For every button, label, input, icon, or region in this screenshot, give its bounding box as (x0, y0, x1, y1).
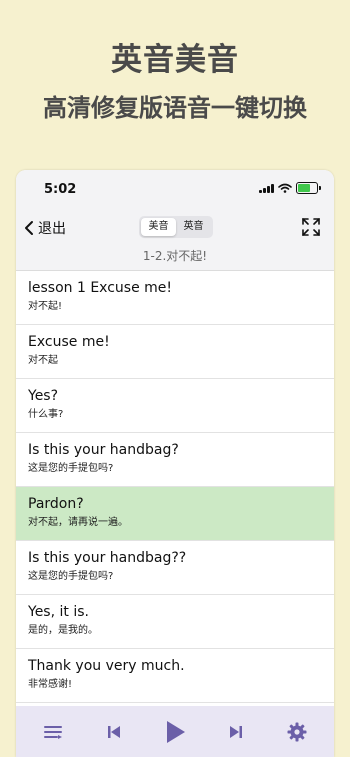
battery-icon (296, 182, 321, 194)
battery-level (298, 184, 310, 192)
play-icon (166, 720, 185, 743)
sentence-chinese: 对不起，请再说一遍。 (28, 517, 128, 528)
sentence-chinese: 是的，是我的。 (28, 625, 98, 636)
sentence-english: Excuse me! (28, 334, 110, 350)
segment-american[interactable]: 美音 (141, 218, 176, 236)
status-icons (259, 182, 321, 194)
accent-switch: 美音 英音 (139, 216, 213, 238)
list-icon (43, 725, 62, 739)
sentence-english: Is this your handbag? (28, 442, 179, 458)
sentence-row[interactable]: Is this your handbag? 这是您的手提包吗? (16, 433, 334, 487)
next-button[interactable] (221, 717, 251, 747)
banner-headline: 英音美音 (111, 42, 239, 78)
settings-button[interactable] (282, 717, 312, 747)
sentence-row[interactable]: Pardon? 对不起，请再说一遍。 (16, 487, 334, 541)
sentence-row[interactable]: Excuse me! 对不起 (16, 325, 334, 379)
sentence-english: Yes, it is. (28, 604, 89, 620)
wifi-icon (278, 183, 292, 193)
sentence-chinese: 对不起 (28, 355, 58, 366)
sentence-chinese: 这是您的手提包吗? (28, 463, 114, 474)
sentence-row[interactable]: lesson 1 Excuse me! 对不起! (16, 271, 334, 325)
sentence-chinese: 这是您的手提包吗? (28, 571, 114, 582)
sentence-english: Pardon? (28, 496, 84, 512)
settings-icon (287, 722, 307, 741)
fullscreen-icon[interactable] (300, 216, 322, 238)
play-button[interactable] (160, 717, 190, 747)
sentence-row[interactable]: Is this your handbag?? 这是您的手提包吗? (16, 541, 334, 595)
lesson-subtitle: 1-2.对不起! (142, 249, 208, 263)
player-toolbar (16, 706, 334, 757)
sentence-chinese: 对不起! (28, 301, 63, 312)
sentence-english: lesson 1 Excuse me! (28, 280, 173, 296)
sentence-row[interactable]: Yes, it is. 是的，是我的。 (16, 595, 334, 649)
phone-screen: 5:02 退出 美音 英音 1-2.对不起! lesson 1 Excuse m… (16, 170, 334, 757)
chevron-left-icon (25, 221, 33, 235)
banner-subline: 高清修复版语音一键切换 (43, 94, 307, 122)
nav-bar: 退出 美音 英音 1-2.对不起! (16, 208, 334, 271)
next-icon (230, 725, 243, 738)
back-label: 退出 (38, 221, 66, 237)
sentence-row[interactable]: Thank you very much. 非常感谢! (16, 649, 334, 703)
previous-button[interactable] (99, 717, 129, 747)
sentence-list: lesson 1 Excuse me! 对不起! Excuse me! 对不起 Yes?… (16, 271, 334, 703)
playlist-button[interactable] (38, 717, 68, 747)
status-time: 5:02 (44, 182, 77, 197)
sentence-row[interactable]: Yes? 什么事? (16, 379, 334, 433)
signal-icon (259, 183, 274, 193)
back-button[interactable]: 退出 (24, 218, 66, 238)
status-bar: 5:02 (16, 170, 334, 208)
sentence-english: Yes? (28, 388, 59, 404)
previous-icon (107, 725, 120, 738)
sentence-english: Thank you very much. (28, 658, 185, 674)
segment-british[interactable]: 英音 (176, 218, 211, 236)
sentence-english: Is this your handbag?? (28, 550, 187, 566)
sentence-chinese: 非常感谢! (28, 679, 73, 690)
sentence-chinese: 什么事? (28, 409, 64, 420)
